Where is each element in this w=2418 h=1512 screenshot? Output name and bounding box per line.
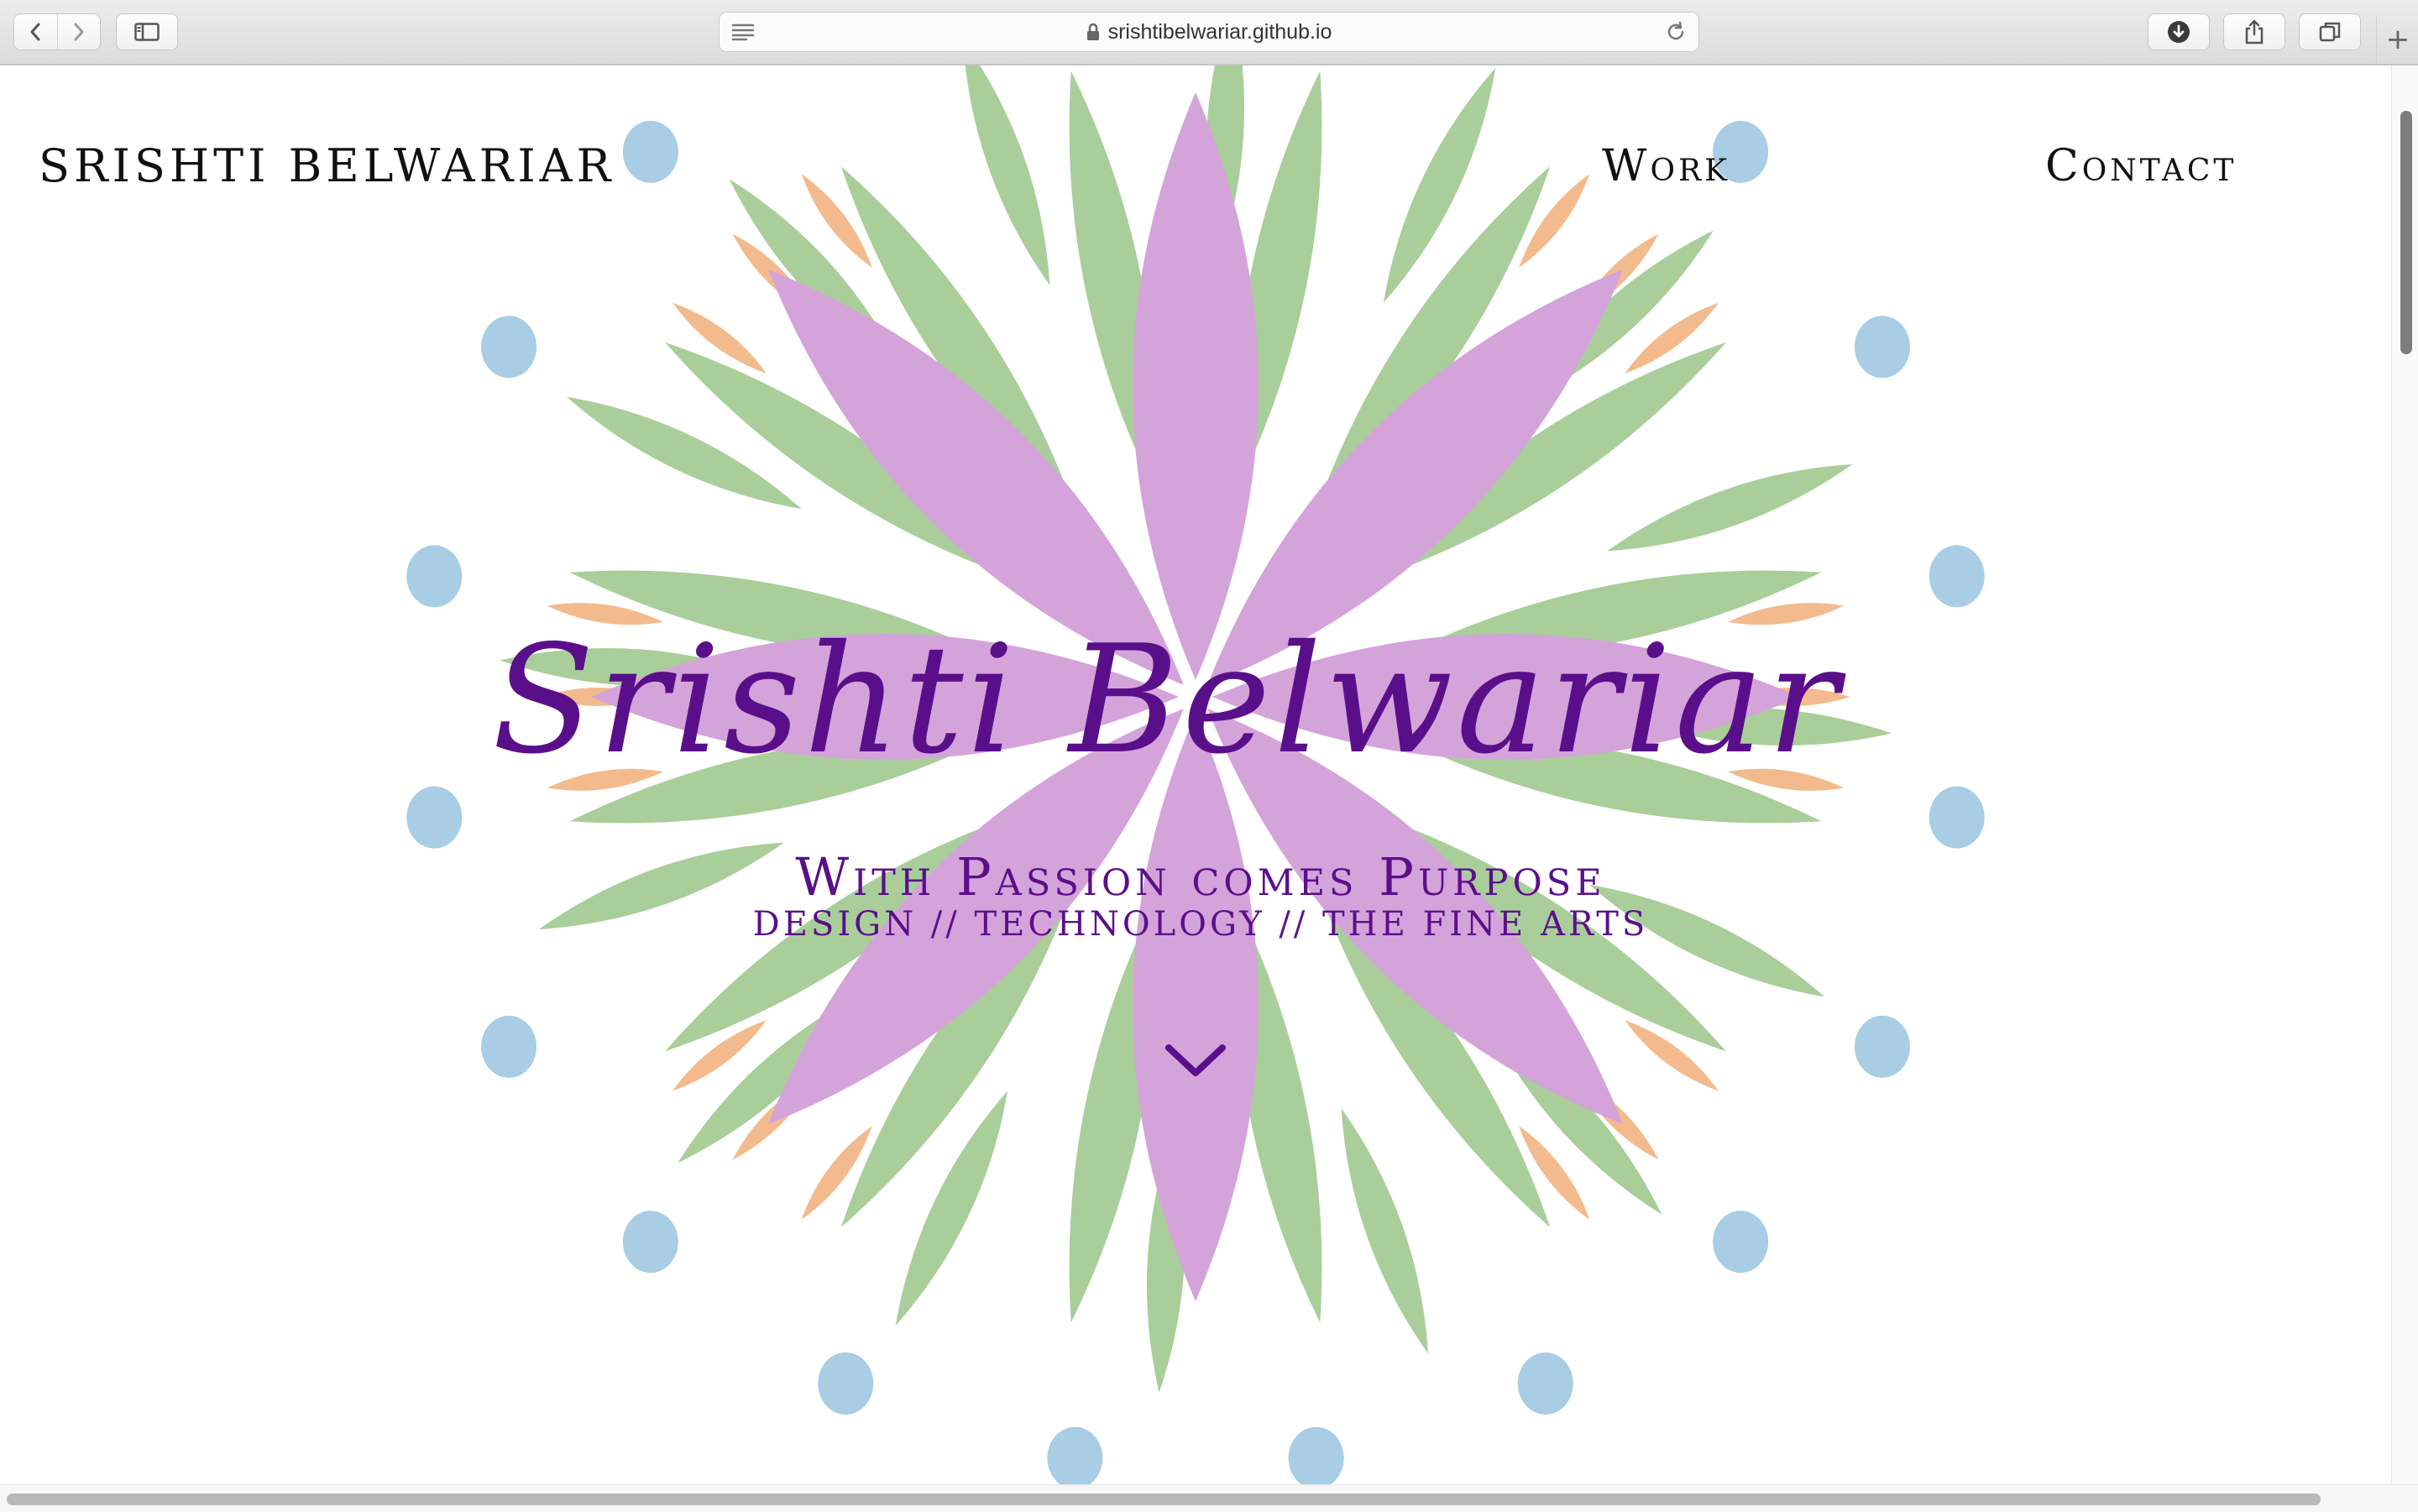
mandala-dot [1713, 1211, 1769, 1274]
downloads-button[interactable] [2148, 13, 2210, 50]
lock-icon [1086, 23, 1100, 41]
chevron-down-icon[interactable] [1162, 1039, 1229, 1081]
mandala-purple-petal [1133, 92, 1259, 680]
nav-contact-link[interactable]: Contact [2045, 141, 2237, 191]
new-tab-button[interactable]: + [2376, 15, 2418, 64]
mandala-dot [1929, 786, 1985, 849]
share-icon [2245, 19, 2264, 44]
horizontal-scroll-thumb[interactable] [7, 1494, 2321, 1505]
mandala-dot [1929, 545, 1985, 608]
vertical-scrollbar[interactable] [2391, 65, 2418, 1484]
tabs-overview-button[interactable] [2299, 13, 2361, 50]
hero-subline: DESIGN // TECHNOLOGY // THE FINE ARTS [752, 905, 1649, 944]
sidebar-icon [134, 23, 160, 41]
nav-work-link[interactable]: Work [1602, 141, 1730, 191]
hero-title: Srishti Belwariar [492, 612, 1842, 787]
mandala-green-leaf [1607, 463, 1853, 552]
mandala-purple-petal [1133, 714, 1259, 1301]
mandala-dot [1517, 1352, 1573, 1415]
mandala-dot [1854, 1015, 1910, 1078]
forward-button[interactable] [56, 14, 101, 50]
vertical-scroll-thumb[interactable] [2400, 111, 2412, 354]
mandala-dot [406, 545, 463, 608]
mandala-dot [1047, 1426, 1103, 1484]
reload-icon[interactable] [1665, 21, 1687, 46]
browser-toolbar: srishtibelwariar.github.io + [0, 0, 2418, 65]
sidebar-toggle-button[interactable] [116, 13, 178, 50]
site-brand[interactable]: SRISHTI BELWARIAR [39, 139, 615, 192]
mandala-dot [406, 786, 463, 849]
tabs-icon [2319, 22, 2341, 42]
mandala-dot [481, 1015, 537, 1078]
chevron-right-icon [74, 23, 84, 41]
web-page: SRISHTI BELWARIAR Work Contact Srishti B… [0, 65, 2391, 1484]
download-icon [2168, 21, 2190, 43]
share-button[interactable] [2223, 13, 2285, 50]
mandala-dot [481, 316, 537, 379]
mandala-dot [1854, 316, 1910, 379]
mandala-dot [1288, 1426, 1344, 1484]
mandala-green-leaf [1341, 1108, 1429, 1354]
mandala-dot [818, 1352, 874, 1415]
address-bar[interactable]: srishtibelwariar.github.io [719, 12, 1699, 52]
mandala-dot [622, 120, 678, 183]
chevron-left-icon [30, 23, 40, 41]
mandala-dot [622, 1211, 678, 1274]
back-button[interactable] [14, 14, 57, 50]
history-nav [13, 13, 101, 50]
hero-tagline: With Passion comes Purpose [795, 846, 1606, 908]
mandala-green-leaf [965, 65, 1050, 285]
url-text: srishtibelwariar.github.io [1107, 19, 1332, 44]
horizontal-scrollbar[interactable] [0, 1484, 2418, 1512]
